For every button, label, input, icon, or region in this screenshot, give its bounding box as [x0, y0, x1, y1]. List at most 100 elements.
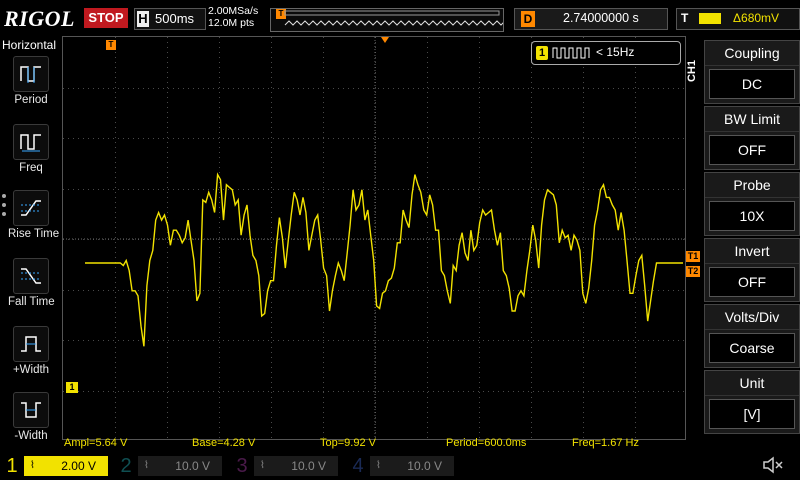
- measurement-results: Ampl=5.64 V Base=4.28 V Top=9.92 V Perio…: [62, 437, 686, 451]
- sample-rate: 2.00MSa/s: [208, 5, 259, 17]
- channel-4-scale: 10.0 V: [407, 459, 442, 473]
- measure-period-button[interactable]: Period: [8, 56, 54, 112]
- channel-4-coupling-icon: ⌇: [376, 460, 381, 471]
- trigger-level-marker-t2[interactable]: T2: [686, 266, 700, 277]
- unit-menu-item[interactable]: Unit [V]: [704, 370, 800, 434]
- memory-depth: 12.0M pts: [208, 17, 255, 29]
- measure-positive-width-button[interactable]: +Width: [8, 326, 54, 382]
- fall-time-icon: [13, 258, 49, 294]
- frequency-counter: 1 < 15Hz: [531, 41, 681, 65]
- waveform-graticule[interactable]: 1 < 15Hz: [62, 36, 686, 440]
- delay-letter: D: [521, 11, 535, 27]
- probe-label: Probe: [705, 173, 799, 198]
- negative-width-label: -Width: [14, 430, 48, 442]
- ch1-offset-marker[interactable]: 1: [66, 382, 78, 393]
- square-wave-icon: [552, 47, 590, 59]
- top-status-bar: RIGOL STOP H 500ms 2.00MSa/s 12.0M pts T…: [0, 0, 800, 36]
- left-menu-title: Horizontal: [2, 38, 57, 52]
- measure-left-menu: Horizontal Period Freq Rise Time Fall Ti…: [0, 36, 62, 452]
- speaker-muted-icon[interactable]: [762, 456, 784, 479]
- freq-counter-channel: 1: [536, 46, 548, 60]
- coupling-label: Coupling: [705, 41, 799, 66]
- period-label: Period: [14, 94, 48, 106]
- channel-3-number: 3: [236, 455, 248, 477]
- volts-div-label: Volts/Div: [705, 305, 799, 330]
- negative-width-icon: [13, 392, 49, 428]
- bw-limit-value: OFF: [709, 135, 795, 165]
- channel-1-scale: 2.00 V: [61, 459, 96, 473]
- channel-2-scale: 10.0 V: [175, 459, 210, 473]
- invert-label: Invert: [705, 239, 799, 264]
- memory-overview-waveform: [284, 10, 503, 26]
- rise-time-label: Rise Time: [8, 228, 60, 240]
- unit-label: Unit: [705, 371, 799, 396]
- delay-box[interactable]: D 2.74000000 s: [514, 8, 668, 30]
- measure-rise-time-button[interactable]: Rise Time: [8, 190, 60, 246]
- trigger-box[interactable]: T Δ680mV: [676, 8, 800, 30]
- channel-status-bar: 1 ⌇ 2.00 V 2 ⌇ 10.0 V 3 ⌇ 10.0 V 4 ⌇ 10.…: [0, 452, 800, 480]
- memory-overview-strip[interactable]: T: [270, 8, 504, 32]
- trigger-source-icon: [699, 13, 721, 24]
- left-page-dots: [2, 194, 7, 221]
- trigger-time-marker[interactable]: T: [106, 40, 116, 50]
- unit-value: [V]: [709, 399, 795, 429]
- coupling-value: DC: [709, 69, 795, 99]
- freq-label: Freq: [19, 162, 43, 174]
- delay-value: 2.74000000 s: [563, 11, 639, 25]
- coupling-menu-item[interactable]: Coupling DC: [704, 40, 800, 104]
- channel-4-scale-box: ⌇ 10.0 V: [370, 456, 454, 476]
- right-menu-channel-tab: CH1: [686, 60, 698, 83]
- measure-ampl: Ampl=5.64 V: [64, 437, 128, 449]
- trigger-level-marker-t1[interactable]: T1: [686, 251, 700, 262]
- sample-info: 2.00MSa/s 12.0M pts: [208, 5, 258, 29]
- channel-4-number: 4: [352, 455, 364, 477]
- measure-period: Period=600.0ms: [446, 437, 527, 449]
- trigger-level: Δ680mV: [733, 11, 779, 25]
- period-icon: [13, 56, 49, 92]
- rise-time-icon: [13, 190, 49, 226]
- freq-counter-text: < 15Hz: [596, 45, 635, 59]
- channel-1-scale-box: ⌇ 2.00 V: [24, 456, 108, 476]
- channel-2-coupling-icon: ⌇: [144, 460, 149, 471]
- positive-width-label: +Width: [12, 364, 50, 376]
- probe-value: 10X: [709, 201, 795, 231]
- graticule-svg: [63, 37, 685, 439]
- fall-time-label: Fall Time: [8, 296, 55, 308]
- bw-limit-label: BW Limit: [705, 107, 799, 132]
- channel-1-tab[interactable]: 1 ⌇ 2.00 V: [4, 454, 108, 478]
- measure-negative-width-button[interactable]: -Width: [8, 392, 54, 448]
- channel-1-number: 1: [6, 455, 18, 477]
- measure-freq-button[interactable]: Freq: [8, 124, 54, 180]
- channel-2-scale-box: ⌇ 10.0 V: [138, 456, 222, 476]
- channel-right-menu: Coupling DC BW Limit OFF Probe 10X Inver…: [704, 36, 800, 452]
- channel-2-tab[interactable]: 2 ⌇ 10.0 V: [118, 454, 222, 478]
- channel-4-tab[interactable]: 4 ⌇ 10.0 V: [350, 454, 454, 478]
- measure-base: Base=4.28 V: [192, 437, 256, 449]
- ch1-waveform-trace: [85, 172, 683, 347]
- trigger-level-prefix: Δ: [733, 11, 742, 25]
- brand-logo: RIGOL: [4, 6, 75, 31]
- invert-menu-item[interactable]: Invert OFF: [704, 238, 800, 302]
- horizontal-letter: H: [137, 11, 149, 27]
- measure-freq: Freq=1.67 Hz: [572, 437, 639, 449]
- positive-width-icon: [13, 326, 49, 362]
- channel-1-coupling-icon: ⌇: [30, 460, 35, 471]
- center-time-marker: [381, 37, 389, 43]
- trigger-level-value: 680mV: [741, 11, 780, 25]
- channel-3-tab[interactable]: 3 ⌇ 10.0 V: [234, 454, 338, 478]
- run-stop-indicator[interactable]: STOP: [84, 8, 128, 28]
- trigger-letter: T: [681, 11, 689, 25]
- timebase-box[interactable]: H 500ms: [134, 8, 206, 30]
- channel-3-scale: 10.0 V: [291, 459, 326, 473]
- volts-div-menu-item[interactable]: Volts/Div Coarse: [704, 304, 800, 368]
- channel-2-number: 2: [120, 455, 132, 477]
- measure-top: Top=9.92 V: [320, 437, 376, 449]
- probe-menu-item[interactable]: Probe 10X: [704, 172, 800, 236]
- measure-fall-time-button[interactable]: Fall Time: [8, 258, 55, 314]
- channel-3-coupling-icon: ⌇: [260, 460, 265, 471]
- timebase-value: 500ms: [155, 11, 195, 26]
- frequency-icon: [13, 124, 49, 160]
- channel-3-scale-box: ⌇ 10.0 V: [254, 456, 338, 476]
- invert-value: OFF: [709, 267, 795, 297]
- bw-limit-menu-item[interactable]: BW Limit OFF: [704, 106, 800, 170]
